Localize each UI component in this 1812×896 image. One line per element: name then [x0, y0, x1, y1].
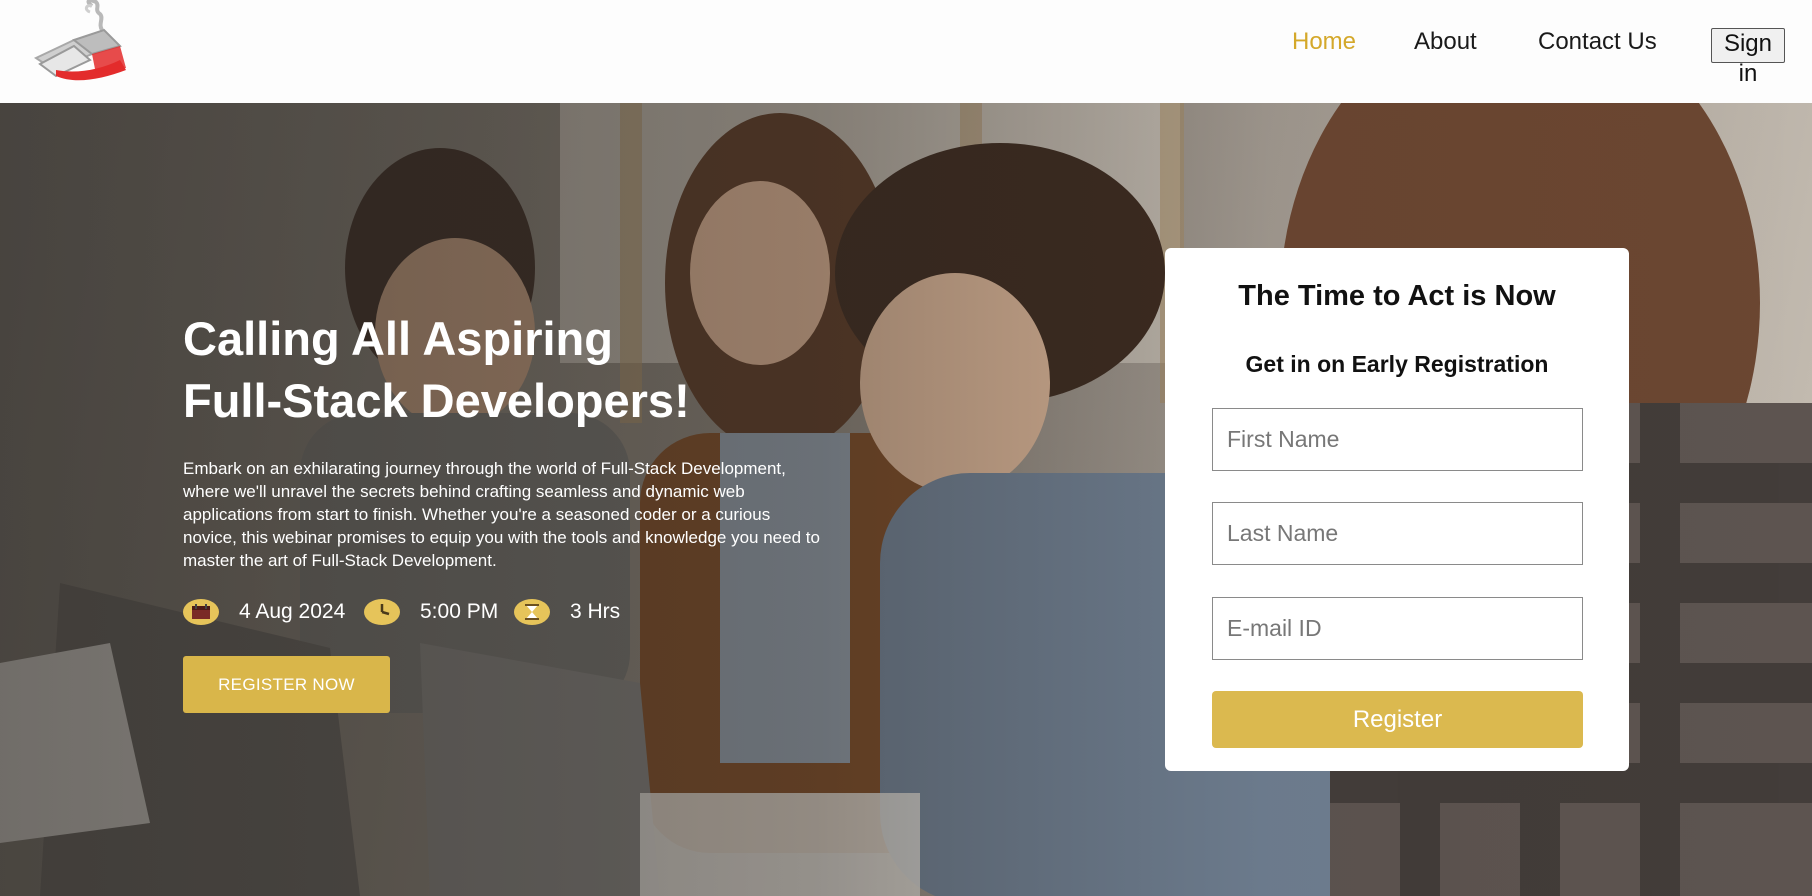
registration-subtitle: Get in on Early Registration [1245, 351, 1549, 377]
hourglass-icon [514, 599, 550, 625]
hero-description: Embark on an exhilarating journey throug… [183, 459, 820, 570]
event-time-text: 5:00 PM [420, 600, 499, 623]
registration-title: The Time to Act is Now [1238, 280, 1556, 312]
event-duration-text: 3 Hrs [570, 600, 621, 623]
last-name-input[interactable] [1212, 502, 1583, 565]
register-submit-button[interactable]: Register [1212, 691, 1583, 748]
signin-button[interactable]: Sign in [1711, 28, 1785, 87]
hero-title-line1: Calling All Aspiring [183, 312, 613, 365]
site-header: Home About Contact Us Sign in [0, 0, 1812, 103]
registration-card: The Time to Act is Now Get in on Early R… [1165, 248, 1629, 771]
nav-contact-link[interactable]: Contact Us [1538, 28, 1657, 56]
first-name-input[interactable] [1212, 408, 1583, 471]
hero-title: Calling All Aspiring Full-Stack Develope… [183, 308, 803, 432]
nav-about-link[interactable]: About [1414, 28, 1477, 56]
hero-title-line2: Full-Stack Developers! [183, 374, 690, 427]
event-duration: 3 Hrs [514, 597, 620, 627]
main-nav: Home About Contact Us Sign in [0, 0, 1812, 103]
event-date: 4 Aug 2024 [183, 597, 345, 627]
clock-icon [364, 599, 400, 625]
nav-home-link[interactable]: Home [1292, 28, 1356, 56]
email-input[interactable] [1212, 597, 1583, 660]
event-time: 5:00 PM [364, 597, 498, 627]
calendar-icon [183, 599, 219, 625]
hero-section: Calling All Aspiring Full-Stack Develope… [0, 103, 1812, 896]
event-date-text: 4 Aug 2024 [239, 600, 346, 623]
register-now-button[interactable]: REGISTER NOW [183, 656, 390, 713]
